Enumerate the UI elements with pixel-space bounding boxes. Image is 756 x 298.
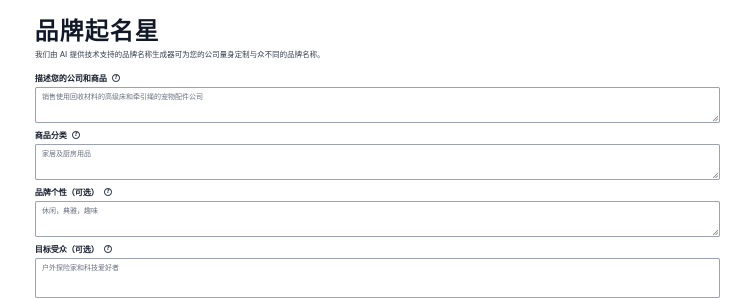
resize-handle-icon[interactable] xyxy=(712,172,718,178)
company-description-label-row: 描述您的公司和商品 ? xyxy=(35,72,720,84)
company-description-label: 描述您的公司和商品 xyxy=(35,73,107,83)
target-audience-field: 目标受众（可选） ? 户外探险家和科技爱好者 xyxy=(35,243,720,298)
resize-handle-icon[interactable] xyxy=(712,115,718,121)
target-audience-label: 目标受众（可选） xyxy=(35,244,99,254)
company-description-textarea[interactable]: 销售使用回收材料的高级床和牵引绳的宠物配件公司 xyxy=(35,87,720,123)
resize-handle-icon[interactable] xyxy=(712,229,718,235)
question-circle-icon[interactable]: ? xyxy=(72,131,80,139)
product-category-value: 家居及厨房用品 xyxy=(42,150,91,158)
brand-personality-textarea[interactable]: 休闲，典雅，趣味 xyxy=(35,201,720,237)
brand-personality-value: 休闲，典雅，趣味 xyxy=(42,207,98,215)
question-circle-icon[interactable]: ? xyxy=(112,74,120,82)
company-description-value: 销售使用回收材料的高级床和牵引绳的宠物配件公司 xyxy=(42,93,203,101)
product-category-field: 商品分类 ? 家居及厨房用品 xyxy=(35,129,720,180)
brand-personality-label-row: 品牌个性（可选） ? xyxy=(35,186,720,198)
question-circle-icon[interactable]: ? xyxy=(104,245,112,253)
question-circle-icon[interactable]: ? xyxy=(104,188,112,196)
page-subtitle: 我们由 AI 提供技术支持的品牌名称生成器可为您的公司量身定制与众不同的品牌名称… xyxy=(35,50,325,59)
product-category-label-row: 商品分类 ? xyxy=(35,129,720,141)
brand-name-generator-page: 品牌起名星 我们由 AI 提供技术支持的品牌名称生成器可为您的公司量身定制与众不… xyxy=(0,0,756,298)
brand-personality-label: 品牌个性（可选） xyxy=(35,187,99,197)
brand-personality-field: 品牌个性（可选） ? 休闲，典雅，趣味 xyxy=(35,186,720,237)
target-audience-value: 户外探险家和科技爱好者 xyxy=(42,264,119,272)
target-audience-textarea[interactable]: 户外探险家和科技爱好者 xyxy=(35,258,720,298)
company-description-field: 描述您的公司和商品 ? 销售使用回收材料的高级床和牵引绳的宠物配件公司 xyxy=(35,72,720,123)
product-category-textarea[interactable]: 家居及厨房用品 xyxy=(35,144,720,180)
product-category-label: 商品分类 xyxy=(35,130,67,140)
page-title: 品牌起名星 xyxy=(35,17,160,45)
target-audience-label-row: 目标受众（可选） ? xyxy=(35,243,720,255)
